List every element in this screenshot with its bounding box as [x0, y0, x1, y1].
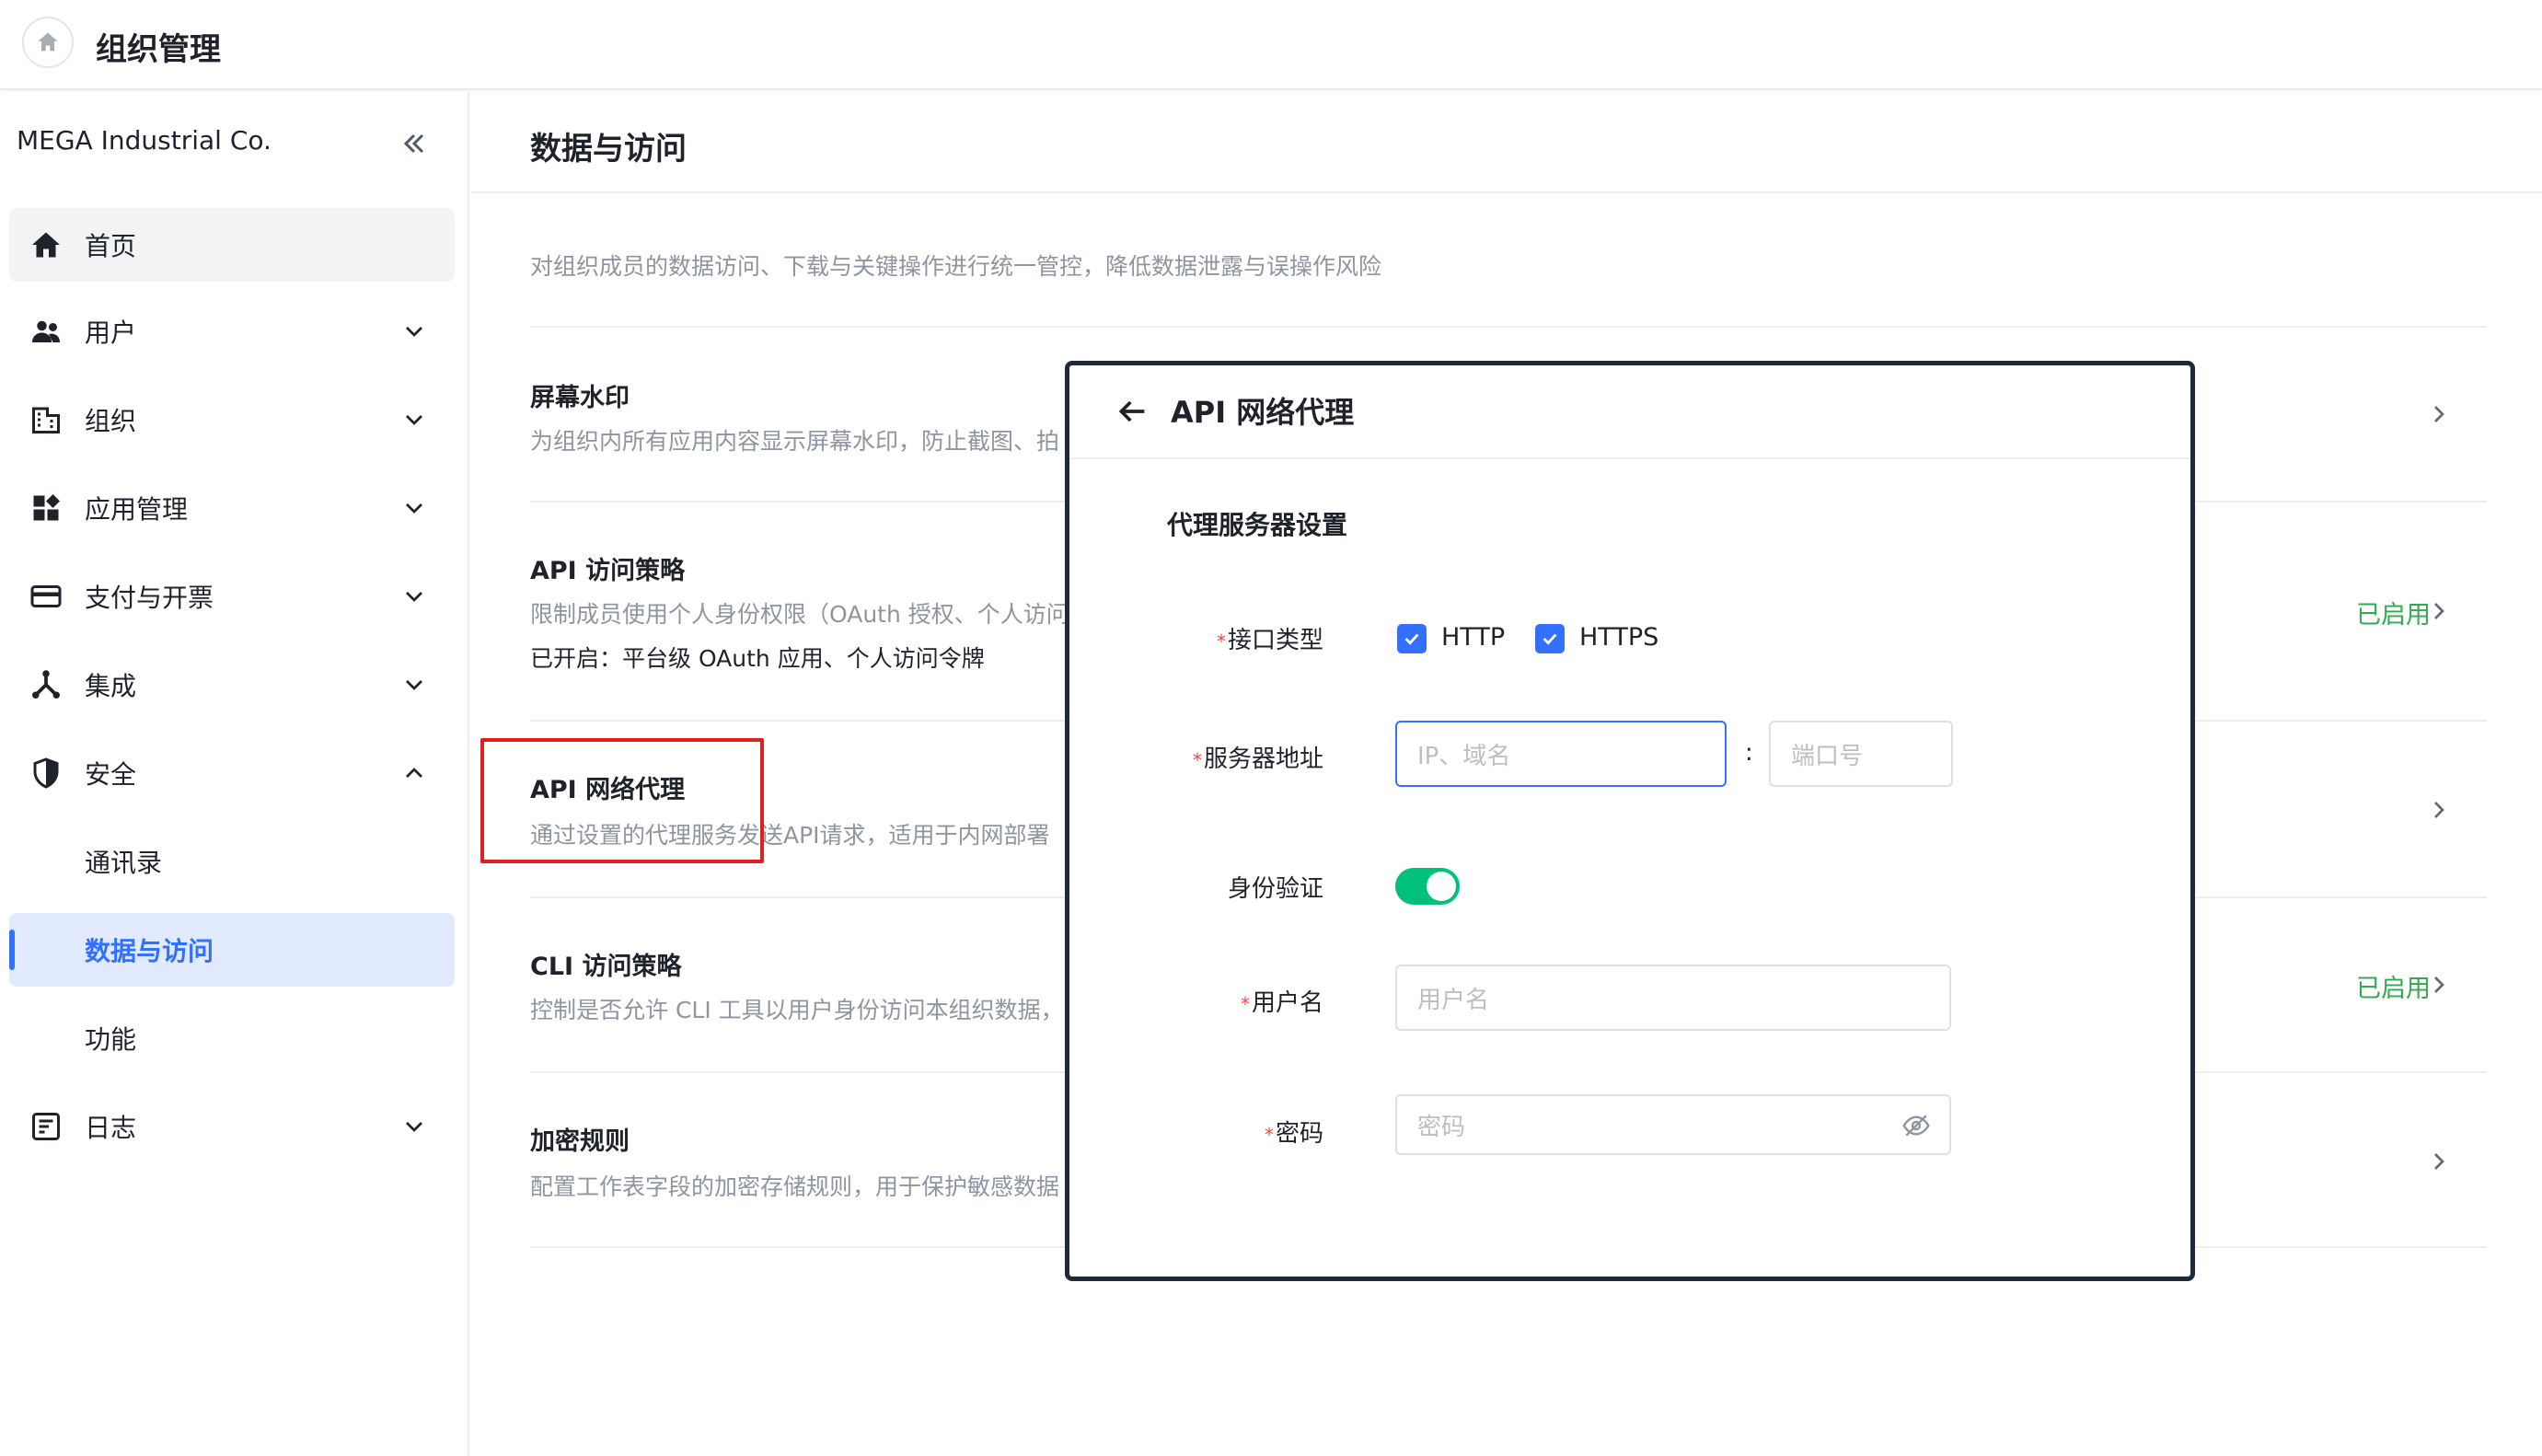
username-label: *用户名: [1240, 989, 1323, 1017]
home-button[interactable]: [22, 17, 74, 68]
chevron-down-icon: [406, 327, 422, 337]
api-proxy-panel: API 网络代理 代理服务器设置 *接口类型 HTTP HTTPS *服务器地址…: [1065, 361, 2195, 1281]
org-name: MEGA Industrial Co.: [17, 125, 272, 156]
chevron-right-icon[interactable]: [2424, 795, 2454, 825]
chevron-up-icon: [406, 768, 422, 778]
users-icon: [32, 320, 60, 342]
https-label: HTTPS: [1579, 623, 1659, 652]
chevron-down-icon: [406, 415, 422, 425]
setting-summary: 已开启：平台级 OAuth 应用、个人访问令牌: [530, 645, 985, 672]
check-icon: [1543, 633, 1557, 645]
port-input[interactable]: 端口号: [1769, 721, 1953, 787]
collapse-sidebar-icon[interactable]: [398, 127, 431, 160]
app-title: 组织管理: [96, 31, 221, 68]
chevron-down-icon: [406, 680, 422, 690]
credit-card-icon: [30, 585, 62, 607]
chevron-down-icon: [406, 503, 422, 514]
sidebar-item-label: 数据与访问: [85, 936, 214, 966]
setting-title: 加密规则: [530, 1127, 630, 1156]
sidebar-item-app-management[interactable]: 应用管理: [9, 471, 455, 545]
password-placeholder: 密码: [1417, 1113, 1466, 1141]
required-mark: *: [1192, 749, 1202, 771]
setting-description: 为组织内所有应用内容显示屏幕水印，防止截图、拍: [530, 428, 1060, 455]
sidebar-item-label: 功能: [85, 1024, 137, 1055]
password-input[interactable]: 密码: [1395, 1094, 1951, 1155]
required-mark: *: [1264, 1124, 1274, 1146]
server-label: *服务器地址: [1192, 745, 1323, 773]
auth-toggle[interactable]: [1395, 868, 1460, 905]
chevron-right-icon[interactable]: [2424, 596, 2454, 626]
chevron-right-icon[interactable]: [2424, 1147, 2454, 1176]
sidebar-item-security[interactable]: 安全: [9, 736, 455, 810]
sidebar-item-label: 日志: [85, 1113, 137, 1143]
sidebar-item-home[interactable]: 首页: [9, 208, 455, 282]
chevron-down-icon: [406, 592, 422, 602]
username-input[interactable]: 用户名: [1395, 965, 1951, 1031]
http-label: HTTP: [1441, 623, 1506, 652]
sidebar-item-label: 首页: [85, 231, 137, 261]
setting-description: 限制成员使用个人身份权限（OAuth 授权、个人访问: [530, 601, 1069, 628]
required-mark: *: [1216, 630, 1226, 653]
colon-separator: :: [1745, 739, 1753, 767]
chevron-right-icon[interactable]: [2424, 399, 2454, 429]
https-checkbox[interactable]: [1535, 624, 1565, 653]
back-arrow-icon[interactable]: [1114, 393, 1150, 430]
sidebar-item-billing[interactable]: 支付与开票: [9, 560, 455, 633]
log-icon: [32, 1113, 60, 1140]
chevron-down-icon: [406, 1122, 422, 1132]
building-icon: [32, 407, 60, 433]
sidebar-item-label: 用户: [85, 318, 137, 348]
section-title: 代理服务器设置: [1167, 510, 1348, 540]
home-icon: [32, 232, 60, 258]
sidebar-item-label: 通讯录: [85, 848, 163, 878]
sidebar-item-data-access[interactable]: 数据与访问: [9, 913, 455, 987]
setting-description: 配置工作表字段的加密存储规则，用于保护敏感数据: [530, 1173, 1060, 1200]
setting-title: 屏幕水印: [530, 384, 630, 412]
sidebar-item-label: 集成: [85, 671, 137, 701]
sidebar-item-logs[interactable]: 日志: [9, 1090, 455, 1163]
required-mark: *: [1240, 993, 1250, 1015]
sidebar-item-features[interactable]: 功能: [9, 1001, 455, 1075]
sidebar-item-label: 安全: [85, 759, 137, 790]
page-description: 对组织成员的数据访问、下载与关键操作进行统一管控，降低数据泄露与误操作风险: [530, 253, 1382, 280]
sidebar-item-label: 应用管理: [85, 494, 189, 525]
setting-title: API 访问策略: [530, 557, 686, 585]
http-checkbox[interactable]: [1397, 624, 1427, 653]
top-bar: 组织管理: [0, 0, 2542, 90]
integration-icon: [32, 670, 60, 699]
sidebar-item-integration[interactable]: 集成: [9, 648, 455, 722]
page-title: 数据与访问: [530, 131, 687, 168]
panel-title: API 网络代理: [1171, 395, 1355, 430]
chevron-right-icon[interactable]: [2424, 970, 2454, 1000]
setting-description: 控制是否允许 CLI 工具以用户身份访问本组织数据，: [530, 997, 1064, 1023]
check-icon: [1404, 633, 1419, 645]
apps-icon: [33, 494, 60, 521]
status-badge: 已启用: [2356, 975, 2431, 1003]
toggle-knob: [1427, 872, 1456, 901]
sidebar-item-label: 支付与开票: [85, 583, 214, 613]
status-badge: 已启用: [2356, 601, 2431, 630]
shield-icon: [33, 757, 59, 789]
eye-off-icon[interactable]: [1901, 1111, 1931, 1140]
sidebar-item-org[interactable]: 组织: [9, 383, 455, 456]
panel-header: API 网络代理: [1069, 365, 2190, 459]
sidebar-item-contacts[interactable]: 通讯录: [9, 825, 455, 898]
host-input[interactable]: IP、域名: [1395, 721, 1727, 787]
auth-label: 身份验证: [1227, 875, 1323, 903]
home-icon: [38, 32, 58, 52]
sidebar-item-label: 组织: [85, 406, 137, 436]
sidebar-item-users[interactable]: 用户: [9, 295, 455, 368]
sidebar: MEGA Industrial Co. 首页 用户 组织 应用管理 支付与开票 …: [0, 92, 469, 1456]
protocol-label: *接口类型: [1216, 627, 1323, 654]
setting-title: CLI 访问策略: [530, 953, 682, 981]
divider: [471, 191, 2542, 193]
highlight-box: [480, 738, 764, 863]
password-label: *密码: [1264, 1120, 1323, 1148]
